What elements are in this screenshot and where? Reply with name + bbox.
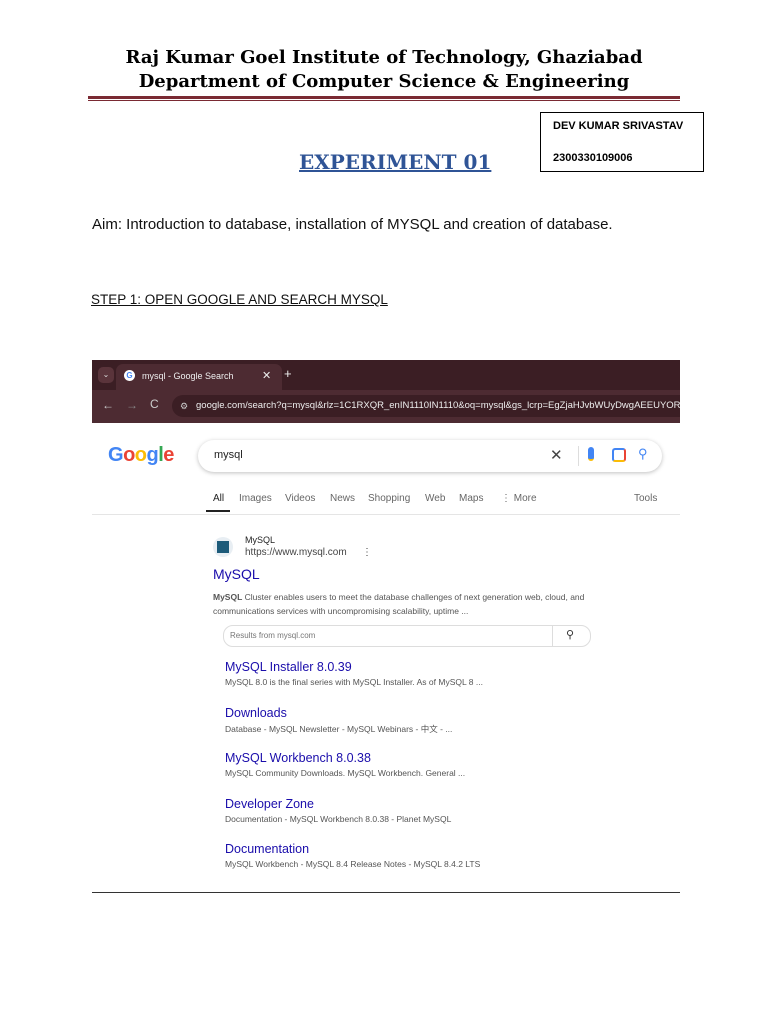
active-tab-underline <box>206 510 230 512</box>
reload-icon: C <box>150 397 159 411</box>
site-info-icon: ⚙ <box>180 401 189 411</box>
new-tab-icon: + <box>284 366 292 381</box>
sublinks-list: MySQL Installer 8.0.39 MySQL 8.0 is the f… <box>225 660 483 878</box>
bottom-rule <box>92 892 680 893</box>
site-name: MySQL <box>245 535 276 545</box>
experiment-title: EXPERIMENT 01 <box>299 150 492 174</box>
browser-tab: G mysql - Google Search ✕ <box>116 364 282 390</box>
divider <box>552 626 553 646</box>
google-favicon-icon: G <box>124 370 135 381</box>
snippet-text: Cluster enables users to meet the databa… <box>213 592 585 616</box>
browser-screenshot: ⌄ G mysql - Google Search ✕ + ← → C ⚙ go… <box>92 360 680 878</box>
sublink-title[interactable]: MySQL Workbench 8.0.38 <box>225 751 483 765</box>
nav-divider <box>92 514 680 515</box>
header-rule-thin <box>88 100 680 101</box>
sublink-snippet: MySQL 8.0 is the final series with MySQL… <box>225 677 483 687</box>
forward-icon: → <box>126 398 138 412</box>
google-logo: Google <box>108 444 174 466</box>
sublink-title[interactable]: Documentation <box>225 842 483 856</box>
result-snippet: MySQL Cluster enables users to meet the … <box>213 590 613 618</box>
nav-web: Web <box>425 493 446 504</box>
sublink-snippet: Documentation - MySQL Workbench 8.0.38 -… <box>225 813 452 824</box>
snippet-bold: MySQL <box>213 592 243 602</box>
document-page: Raj Kumar Goel Institute of Technology, … <box>0 0 768 1024</box>
student-name: DEV KUMAR SRIVASTAV <box>553 120 684 132</box>
divider <box>578 446 579 466</box>
institute-name: Raj Kumar Goel Institute of Technology, … <box>125 47 643 68</box>
nav-tools: Tools <box>634 493 658 504</box>
nav-maps: Maps <box>459 493 484 504</box>
step-1-heading: STEP 1: OPEN GOOGLE AND SEARCH MYSQL <box>91 292 388 307</box>
more-options-icon: ⋮ <box>362 547 372 558</box>
aim-text: Aim: Introduction to database, installat… <box>92 216 613 233</box>
url-text: google.com/search?q=mysql&rlz=1C1RXQR_en… <box>196 400 680 411</box>
sublink-snippet: Database - MySQL Newsletter - MySQL Webi… <box>225 723 453 734</box>
site-url: https://www.mysql.com <box>245 547 347 558</box>
search-query: mysql <box>214 449 243 461</box>
sublink: Developer Zone Documentation - MySQL Work… <box>225 797 483 843</box>
nav-news: News <box>330 493 356 504</box>
tab-title: mysql - Google Search <box>142 371 234 381</box>
nav-shopping: Shopping <box>368 493 411 504</box>
site-search-icon[interactable]: ⚲ <box>566 628 574 641</box>
nav-all: All <box>213 493 225 504</box>
sublink-title[interactable]: MySQL Installer 8.0.39 <box>225 660 483 674</box>
clear-icon: ✕ <box>550 447 563 464</box>
mic-icon <box>588 447 594 461</box>
nav-more: ⋮ More <box>501 493 537 504</box>
close-tab-icon: ✕ <box>262 370 272 382</box>
nav-videos: Videos <box>285 493 316 504</box>
sublink: MySQL Workbench 8.0.38 MySQL Community Do… <box>225 751 483 797</box>
address-bar-row: ← → C ⚙ google.com/search?q=mysql&rlz=1C… <box>92 390 680 423</box>
header-rule <box>88 96 680 99</box>
sublink: Documentation MySQL Workbench - MySQL 8.4… <box>225 842 483 878</box>
site-search-placeholder: Results from mysql.com <box>230 631 316 640</box>
site-search-box[interactable]: Results from mysql.com ⚲ <box>223 625 591 647</box>
student-id-box: DEV KUMAR SRIVASTAV 2300330109006 <box>540 112 704 172</box>
sublink: MySQL Installer 8.0.39 MySQL 8.0 is the f… <box>225 660 483 706</box>
search-icon: ⚲ <box>638 446 648 461</box>
result-title[interactable]: MySQL <box>213 566 260 582</box>
nav-images: Images <box>239 493 272 504</box>
tab-list-icon: ⌄ <box>98 367 114 383</box>
tab-bar: ⌄ G mysql - Google Search ✕ + <box>92 360 680 390</box>
sublink-snippet: MySQL Workbench - MySQL 8.4 Release Note… <box>225 859 481 869</box>
department-name: Department of Computer Science & Enginee… <box>138 71 630 92</box>
sublink-title[interactable]: Developer Zone <box>225 797 483 811</box>
sublink: Downloads Database - MySQL Newsletter - M… <box>225 706 483 752</box>
lens-icon <box>612 448 626 462</box>
sublink-snippet: MySQL Community Downloads. MySQL Workben… <box>225 768 466 778</box>
url-field: ⚙ google.com/search?q=mysql&rlz=1C1RXQR_… <box>172 395 680 417</box>
sublink-title[interactable]: Downloads <box>225 706 483 720</box>
student-roll: 2300330109006 <box>553 152 633 164</box>
back-icon: ← <box>102 398 114 412</box>
search-box: mysql ✕ ⚲ <box>198 440 662 472</box>
mysql-site-icon <box>213 537 233 557</box>
